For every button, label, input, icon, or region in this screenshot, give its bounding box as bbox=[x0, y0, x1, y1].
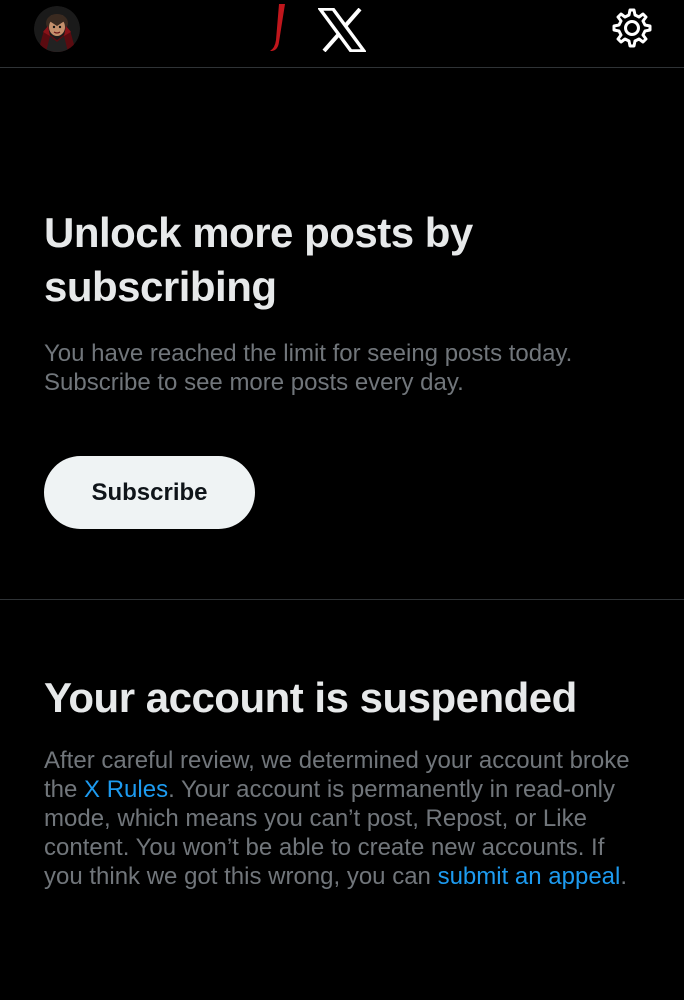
suspension-text-end: . bbox=[620, 863, 628, 890]
vampire-avatar-icon bbox=[34, 6, 80, 52]
submit-appeal-link[interactable]: submit an appeal bbox=[438, 863, 621, 890]
profile-avatar[interactable] bbox=[34, 6, 80, 52]
subscribe-title: Unlock more posts by subscribing bbox=[44, 209, 473, 310]
x-rules-link[interactable]: X Rules bbox=[84, 776, 168, 803]
x-logo-icon[interactable] bbox=[316, 7, 368, 53]
suspension-title: Your account is suspended bbox=[44, 674, 577, 721]
suspension-section: Your account is suspended After careful … bbox=[0, 600, 684, 1000]
top-bar bbox=[0, 0, 684, 68]
suspension-message: After careful review, we determined your… bbox=[44, 746, 644, 891]
settings-gear-icon[interactable] bbox=[611, 7, 653, 49]
red-slash-mark bbox=[266, 2, 290, 54]
subscribe-button[interactable]: Subscribe bbox=[44, 456, 255, 529]
subscribe-description: You have reached the limit for seeing po… bbox=[44, 340, 573, 396]
subscribe-section: Unlock more posts by subscribing You hav… bbox=[0, 68, 684, 600]
